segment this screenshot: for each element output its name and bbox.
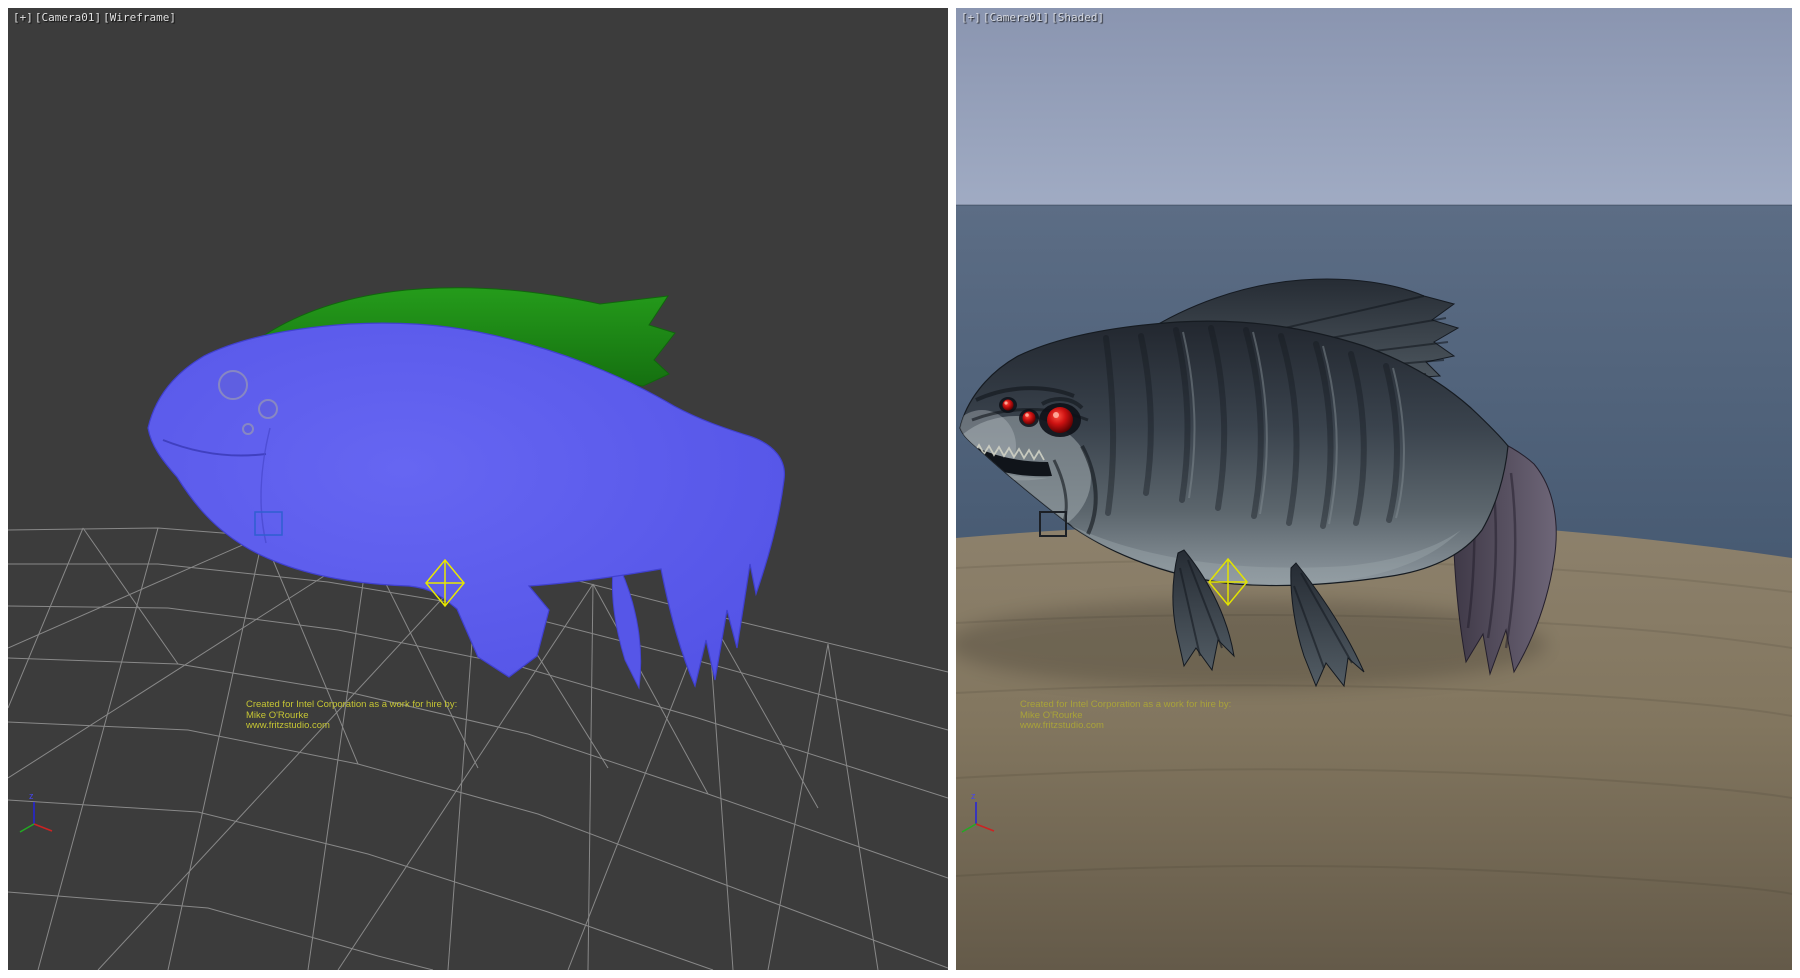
credit-text: Created for Intel Corporation as a work … [1020,700,1231,732]
viewport-menu-bar: [+][Camera01][Wireframe] [13,11,178,24]
viewport-menu-shading[interactable]: [Shaded] [1051,11,1104,24]
viewport-left-wireframe[interactable]: z [+][Camera01][Wireframe] Created for I… [8,8,948,970]
axis-z-label: z [971,791,976,801]
viewport-right-shaded[interactable]: z [+][Camera01][Shaded] Created for Inte… [956,8,1792,970]
credit-line-1: Created for Intel Corporation as a work … [1020,700,1231,711]
fish-shadow [956,600,1546,688]
credit-line-1: Created for Intel Corporation as a work … [246,700,457,711]
ground-plane [956,522,1792,970]
eye-red-large [1047,407,1073,433]
fish-rear-fin-lobe[interactable] [612,568,640,688]
viewport-menu-plus[interactable]: [+] [13,11,33,24]
eye-highlight-small [1004,401,1007,404]
shaded-canvas[interactable]: z [956,8,1792,970]
wireframe-canvas[interactable]: z [8,8,948,970]
axis-tripod: z [20,791,52,832]
viewport-menu-camera[interactable]: [Camera01] [35,11,101,24]
eye-highlight-large [1053,412,1059,418]
credit-line-3: www.fritzstudio.com [1020,721,1231,732]
viewport-menu-bar: [+][Camera01][Shaded] [961,11,1106,24]
axis-z-label: z [29,791,34,801]
viewport-menu-camera[interactable]: [Camera01] [983,11,1049,24]
credit-text: Created for Intel Corporation as a work … [246,700,457,732]
eye-highlight-mid [1025,413,1029,417]
sky-upper [956,8,1792,205]
dual-viewport-workspace: z [+][Camera01][Wireframe] Created for I… [0,0,1800,978]
credit-line-3: www.fritzstudio.com [246,721,457,732]
viewport-menu-shading[interactable]: [Wireframe] [103,11,176,24]
eye-red-small [1003,400,1014,411]
eye-red-mid [1023,412,1036,425]
viewport-menu-plus[interactable]: [+] [961,11,981,24]
